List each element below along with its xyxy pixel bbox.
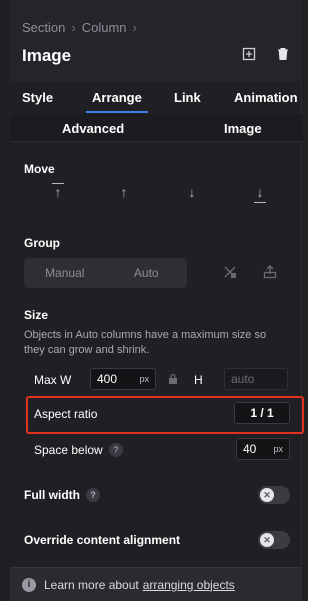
move-up-icon[interactable]: ↑ <box>114 184 134 200</box>
help-icon[interactable]: ? <box>86 488 100 502</box>
tab-arrange[interactable]: Arrange <box>86 90 148 113</box>
breadcrumb-column[interactable]: Column <box>82 20 127 35</box>
max-w-unit: px <box>139 374 149 384</box>
move-down-icon[interactable]: ↓ <box>182 184 202 200</box>
size-section-label: Size <box>24 308 49 322</box>
override-alignment-label: Override content alignment <box>24 533 181 547</box>
group-section-label: Group <box>24 236 60 250</box>
move-to-bottom-icon[interactable]: ↓ <box>250 184 270 203</box>
tab-image[interactable]: Image <box>224 121 262 136</box>
tab-bar: Style Arrange Link Animation <box>10 84 302 114</box>
tab-style[interactable]: Style <box>22 90 53 105</box>
size-help-text: Objects in Auto columns have a maximum s… <box>24 329 267 356</box>
space-below-text: Space below <box>34 443 103 457</box>
help-footer: i Learn more about arranging objects <box>10 567 302 601</box>
full-width-text: Full width <box>24 488 80 502</box>
aspect-ratio-value: 1 / 1 <box>250 406 274 420</box>
breadcrumb: Section › Column › <box>22 20 137 35</box>
lock-icon[interactable] <box>168 373 178 388</box>
space-below-value: 40 <box>243 442 257 456</box>
export-icon[interactable] <box>260 264 280 282</box>
max-w-value: 400 <box>97 372 118 386</box>
move-to-top-icon[interactable]: ↑ <box>48 183 68 200</box>
move-section-label: Move <box>24 162 55 176</box>
max-w-field[interactable]: 400 px <box>90 368 156 390</box>
breadcrumb-separator: › <box>132 20 137 35</box>
group-mode-segmented: Manual Auto <box>24 258 187 288</box>
inspector-panel: Section › Column › Image Style Arrange L… <box>0 0 308 601</box>
tab-advanced[interactable]: Advanced <box>62 121 124 136</box>
ungroup-icon[interactable] <box>220 264 240 282</box>
h-label: H <box>194 373 203 387</box>
aspect-ratio-field[interactable]: 1 / 1 <box>234 402 290 424</box>
space-below-field[interactable]: 40 px <box>236 438 290 460</box>
full-width-label: Full width? <box>24 488 100 502</box>
panel-header: Section › Column › Image <box>10 0 302 82</box>
override-alignment-toggle[interactable]: ✕ <box>258 531 290 549</box>
breadcrumb-section[interactable]: Section <box>22 20 65 35</box>
h-field[interactable]: auto <box>224 368 288 390</box>
space-below-unit: px <box>273 444 283 454</box>
tab-animation[interactable]: Animation <box>234 90 298 105</box>
breadcrumb-separator: › <box>71 20 76 35</box>
toggle-off-icon: ✕ <box>260 488 274 502</box>
aspect-ratio-label: Aspect ratio <box>34 407 98 421</box>
panel-title: Image <box>22 46 72 65</box>
info-icon: i <box>22 577 36 592</box>
h-placeholder: auto <box>231 372 255 386</box>
full-width-toggle[interactable]: ✕ <box>258 486 290 504</box>
trash-icon[interactable] <box>274 46 292 64</box>
arranging-objects-link[interactable]: arranging objects <box>143 578 235 592</box>
add-icon[interactable] <box>240 46 258 64</box>
help-icon[interactable]: ? <box>108 443 123 457</box>
space-below-label: Space below? <box>34 443 123 457</box>
footer-text: Learn more about <box>44 577 139 592</box>
move-controls: ↑ ↑ ↓ ↓ <box>24 180 294 206</box>
inspector-frame: Section › Column › Image Style Arrange L… <box>10 0 304 601</box>
group-manual-option[interactable]: Manual <box>24 258 106 288</box>
group-auto-option[interactable]: Auto <box>106 258 188 288</box>
toggle-off-icon: ✕ <box>260 533 274 547</box>
tab-link[interactable]: Link <box>174 90 201 105</box>
sub-tab-bar: Advanced Image <box>10 114 302 142</box>
max-w-label: Max W <box>34 373 72 387</box>
